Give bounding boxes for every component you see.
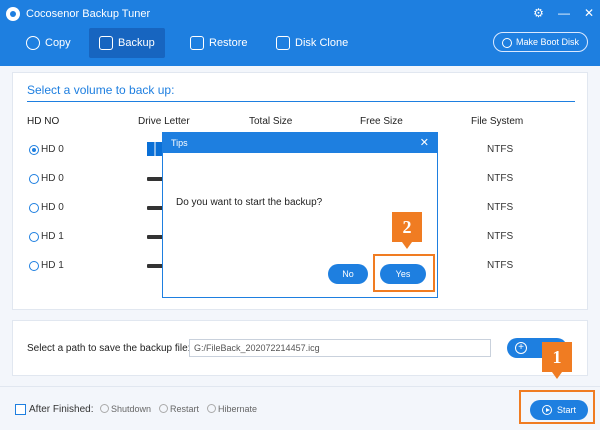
- step-callout-2: 2: [392, 212, 422, 249]
- hd-number: HD 0: [41, 144, 64, 155]
- tab-copy-label: Copy: [45, 37, 71, 49]
- hd-number: HD 0: [41, 173, 64, 184]
- hd-number: HD 0: [41, 202, 64, 213]
- row-radio[interactable]: [29, 261, 39, 271]
- start-highlight-box: [519, 390, 595, 424]
- yes-highlight-box: [373, 254, 435, 292]
- tab-restore-label: Restore: [209, 37, 248, 49]
- tab-copy[interactable]: Copy: [16, 28, 81, 58]
- tab-backup-label: Backup: [118, 37, 155, 49]
- dialog-message: Do you want to start the backup?: [176, 197, 323, 208]
- tab-backup[interactable]: Backup: [89, 28, 165, 58]
- close-icon[interactable]: ✕: [584, 6, 594, 20]
- bottom-bar: After Finished: Shutdown Restart Hiberna…: [0, 386, 600, 430]
- tab-disk-clone[interactable]: Disk Clone: [266, 28, 358, 58]
- row-radio[interactable]: [29, 232, 39, 242]
- option-hibernate[interactable]: Hibernate: [207, 404, 257, 414]
- column-header: Total Size: [249, 116, 293, 127]
- radio-icon: [207, 404, 216, 413]
- copy-icon: [26, 36, 40, 50]
- column-header: Drive Letter: [138, 116, 190, 127]
- file-system: NTFS: [487, 173, 514, 184]
- file-system: NTFS: [487, 202, 514, 213]
- column-header: HD NO: [27, 116, 60, 127]
- restore-icon: [190, 36, 204, 50]
- row-radio[interactable]: [29, 174, 39, 184]
- save-path-panel: Select a path to save the backup file: G…: [12, 320, 588, 376]
- after-finished-label: After Finished:: [29, 404, 94, 415]
- backup-icon: [99, 36, 113, 50]
- step-callout-1: 1: [542, 342, 572, 379]
- file-system: NTFS: [487, 144, 514, 155]
- tab-disk-clone-label: Disk Clone: [295, 37, 349, 49]
- column-header: File System: [471, 116, 524, 127]
- hd-number: HD 1: [41, 231, 64, 242]
- disk-clone-icon: [276, 36, 290, 50]
- save-path-field[interactable]: G:/FileBack_202072214457.icg: [189, 339, 491, 357]
- close-icon[interactable]: ✕: [420, 136, 429, 149]
- option-restart[interactable]: Restart: [159, 404, 199, 414]
- window-title: Cocosenor Backup Tuner: [26, 8, 151, 20]
- hd-number: HD 1: [41, 260, 64, 271]
- window-controls: ⚙ — ✕: [533, 6, 594, 20]
- file-system: NTFS: [487, 260, 514, 271]
- file-system: NTFS: [487, 231, 514, 242]
- windows-drive-icon: [147, 142, 163, 156]
- main-toolbar: Copy Backup Restore Disk Clone Make Boot…: [0, 28, 600, 66]
- dialog-title: Tips ✕: [163, 133, 437, 153]
- settings-icon[interactable]: ⚙: [533, 6, 544, 20]
- table-header: HD NO Drive Letter Total Size Free Size …: [27, 116, 575, 130]
- row-radio[interactable]: [29, 203, 39, 213]
- title-bar: Cocosenor Backup Tuner ⚙ — ✕: [0, 0, 600, 28]
- radio-icon: [100, 404, 109, 413]
- after-finished-checkbox[interactable]: [15, 404, 26, 415]
- column-header: Free Size: [360, 116, 403, 127]
- radio-icon: [159, 404, 168, 413]
- no-button[interactable]: No: [328, 264, 368, 284]
- row-radio[interactable]: [29, 145, 39, 155]
- tab-restore[interactable]: Restore: [180, 28, 258, 58]
- app-logo-icon: [6, 7, 20, 21]
- option-label: Shutdown: [111, 404, 152, 414]
- panel-divider: [27, 101, 575, 102]
- plus-circle-icon: +: [515, 342, 527, 354]
- panel-title: Select a volume to back up:: [27, 83, 175, 97]
- option-shutdown[interactable]: Shutdown: [100, 404, 151, 414]
- minimize-icon[interactable]: —: [558, 6, 570, 20]
- option-label: Hibernate: [218, 404, 258, 414]
- save-path-label: Select a path to save the backup file:: [27, 343, 191, 354]
- option-label: Restart: [170, 404, 200, 414]
- dialog-title-text: Tips: [171, 138, 188, 148]
- make-boot-disk-button[interactable]: Make Boot Disk: [492, 32, 588, 52]
